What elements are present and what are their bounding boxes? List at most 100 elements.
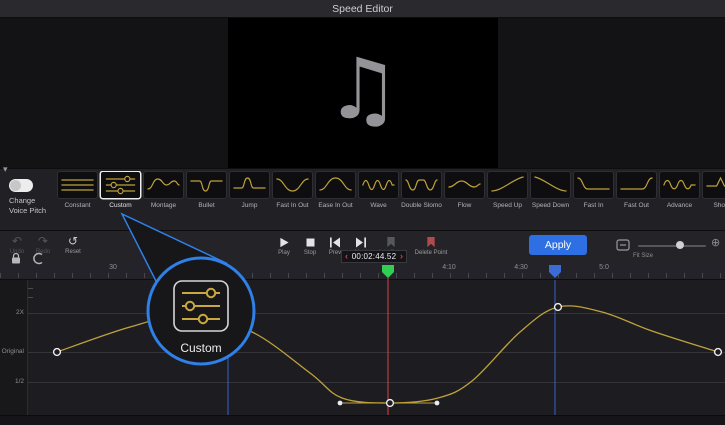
preset-label: Shock xyxy=(713,202,725,209)
titlebar: Speed Editor xyxy=(0,0,725,18)
preset-bullet[interactable]: Bullet xyxy=(186,171,227,229)
reset-icon: ↺ xyxy=(68,236,78,247)
ruler-tick-label: 30 xyxy=(109,264,117,271)
axis-mini-tick xyxy=(28,297,33,298)
preset-speed_down[interactable]: Speed Down xyxy=(530,171,571,229)
timecode-next-icon[interactable]: › xyxy=(400,252,403,261)
preset-fast_in[interactable]: Fast In xyxy=(573,171,614,229)
preset-curve-icon xyxy=(229,171,270,199)
preset-curve-icon xyxy=(487,171,528,199)
preset-label: Montage xyxy=(151,202,176,209)
preset-label: Fast Out xyxy=(624,202,649,209)
preset-label: Advance xyxy=(667,202,692,209)
preset-label: Ease In Out xyxy=(318,202,352,209)
reset-button[interactable]: ↺ Reset xyxy=(60,236,86,255)
preset-curve-icon xyxy=(444,171,485,199)
toggle-knob xyxy=(10,180,21,191)
voice-pitch-label: Change Voice Pitch xyxy=(9,196,46,216)
gridline xyxy=(28,313,725,314)
preset-double_slomo[interactable]: Double Slomo xyxy=(401,171,442,229)
voice-pitch-toggle[interactable] xyxy=(9,179,33,192)
preset-label: Wave xyxy=(370,202,386,209)
timecode-prev-icon[interactable]: ‹ xyxy=(345,252,348,261)
apply-button[interactable]: Apply xyxy=(529,235,587,255)
preset-fast_out[interactable]: Fast Out xyxy=(616,171,657,229)
undo-icon: ↶ xyxy=(12,236,22,247)
voice-pitch-label-line2: Voice Pitch xyxy=(9,206,46,216)
curve-y-label: Original xyxy=(2,348,24,355)
lock-icon xyxy=(10,252,22,265)
curve-y-label: 2X xyxy=(16,309,24,316)
preset-list: Constant Custom Montage Bullet Jump Fast In O… xyxy=(57,171,725,229)
preset-curve-icon xyxy=(272,171,313,199)
preset-curve-icon xyxy=(616,171,657,199)
preset-label: Constant xyxy=(64,202,90,209)
preset-curve-icon xyxy=(530,171,571,199)
fit-size-icon[interactable] xyxy=(616,239,630,251)
preset-fast_in_out[interactable]: Fast In Out xyxy=(272,171,313,229)
preset-curve-icon xyxy=(143,171,184,199)
delete-point-flag-icon xyxy=(426,237,436,248)
ruler-tick-label: 4:10 xyxy=(442,264,456,271)
fit-size-slider-track[interactable] xyxy=(638,245,706,247)
preset-label: Jump xyxy=(242,202,258,209)
preset-label: Speed Down xyxy=(532,202,569,209)
timecode-value: 00:02:44.52 xyxy=(352,252,396,261)
lock-button[interactable] xyxy=(8,251,24,265)
preset-wave[interactable]: Wave xyxy=(358,171,399,229)
preset-curve-icon xyxy=(358,171,399,199)
play-button[interactable]: Play xyxy=(272,237,296,256)
music-note-icon: ♫ xyxy=(325,47,400,131)
preset-shock[interactable]: Shock xyxy=(702,171,725,229)
ruler-tick-label: 5:0 xyxy=(599,264,609,271)
preset-constant[interactable]: Constant xyxy=(57,171,98,229)
speed-editor-window: Speed Editor ♫ ▾ Change Voice Pitch Cons… xyxy=(0,0,725,425)
preset-label: Bullet xyxy=(198,202,214,209)
fit-size-label: Fit Size xyxy=(633,253,653,259)
delete-point-button[interactable]: Delete Point xyxy=(408,237,454,256)
preset-curve-icon xyxy=(186,171,227,199)
preset-curve-icon xyxy=(100,171,141,199)
preset-label: Speed Up xyxy=(493,202,522,209)
video-preview: ♫ xyxy=(228,18,498,168)
preset-label: Fast In Out xyxy=(276,202,308,209)
timecode-display[interactable]: ‹ 00:02:44.52 › xyxy=(341,250,407,263)
fit-size-slider-knob[interactable] xyxy=(676,241,684,249)
preset-montage[interactable]: Montage xyxy=(143,171,184,229)
preview-stage: ♫ xyxy=(0,18,725,168)
play-icon xyxy=(279,237,290,248)
preset-curve-icon xyxy=(401,171,442,199)
loop-icon xyxy=(32,252,45,265)
preset-curve-icon xyxy=(702,171,725,199)
ruler-tick-label: 4:30 xyxy=(514,264,528,271)
stop-button[interactable]: Stop xyxy=(298,237,322,256)
preset-curve-icon xyxy=(659,171,700,199)
preset-label: Fast In xyxy=(584,202,604,209)
preset-advance[interactable]: Advance xyxy=(659,171,700,229)
timeline-ruler[interactable]: 30 4:10 4:30 5:0 xyxy=(0,262,725,280)
preset-ease_in_out[interactable]: Ease In Out xyxy=(315,171,356,229)
next-icon xyxy=(355,237,367,248)
curve-area[interactable] xyxy=(0,280,725,415)
stop-icon xyxy=(305,237,316,248)
curve-y-label: 1/2 xyxy=(15,378,24,385)
gridline xyxy=(28,352,725,353)
preset-jump[interactable]: Jump xyxy=(229,171,270,229)
bottom-strip xyxy=(0,415,725,425)
curve-y-axis: 2X Original 1/2 xyxy=(0,280,28,415)
preset-curve-icon xyxy=(573,171,614,199)
collapse-arrow-icon[interactable]: ▾ xyxy=(3,165,8,175)
add-point-flag-icon xyxy=(386,237,396,248)
preset-label: Flow xyxy=(458,202,472,209)
preset-custom[interactable]: Custom xyxy=(100,171,141,229)
redo-icon: ↷ xyxy=(38,236,48,247)
voice-pitch-label-line1: Change xyxy=(9,196,46,206)
loop-curve-button[interactable] xyxy=(30,251,46,265)
preset-flow[interactable]: Flow xyxy=(444,171,485,229)
preset-curve-icon xyxy=(315,171,356,199)
gridline xyxy=(28,382,725,383)
window-title: Speed Editor xyxy=(332,3,393,15)
preset-speed_up[interactable]: Speed Up xyxy=(487,171,528,229)
zoom-in-icon[interactable]: ⊕ xyxy=(711,236,720,249)
preset-curve-icon xyxy=(57,171,98,199)
